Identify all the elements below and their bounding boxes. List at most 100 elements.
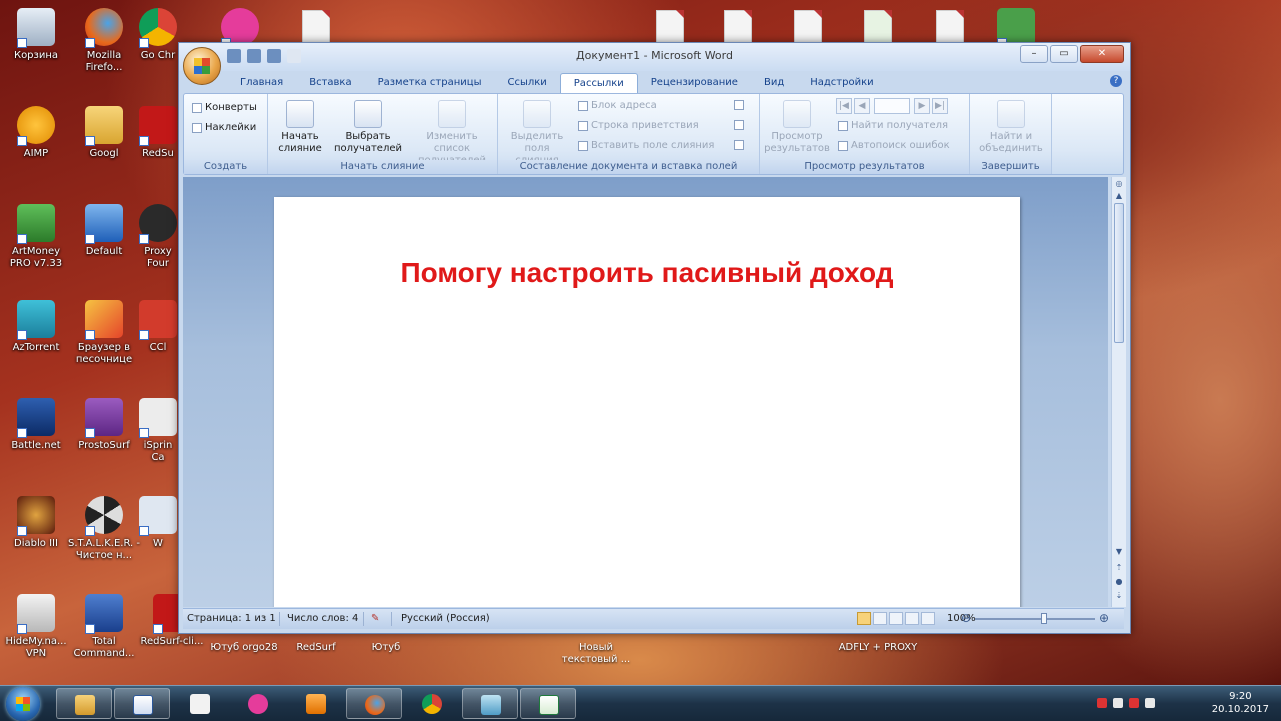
desktop-icon-hidemy[interactable]: HideMy.na... VPN xyxy=(0,594,72,660)
ruler-toggle-icon[interactable]: ◎ xyxy=(1114,179,1124,189)
desktop-icon-w[interactable]: W xyxy=(136,496,180,550)
outline-view-button[interactable] xyxy=(905,612,919,625)
desktop-icon-proxy-four[interactable]: Proxy Four xyxy=(136,204,180,270)
match-fields-icon[interactable] xyxy=(734,120,744,130)
desktop-label[interactable]: ADFLY + PROXY xyxy=(838,642,918,654)
auto-check-errors-button[interactable]: Автопоиск ошибок xyxy=(838,140,950,151)
tab-view[interactable]: Вид xyxy=(751,73,797,93)
desktop-icon-recycle-bin[interactable]: Корзина xyxy=(0,8,72,62)
finish-merge-button[interactable]: Найти и объединить xyxy=(974,100,1048,155)
document-heading[interactable]: Помогу настроить пасивный доход xyxy=(274,257,1020,289)
next-record-button[interactable]: ▶ xyxy=(914,98,930,114)
file-icon[interactable] xyxy=(794,10,822,44)
tab-review[interactable]: Рецензирование xyxy=(638,73,751,93)
volume-icon[interactable] xyxy=(1113,698,1123,708)
vertical-scrollbar[interactable]: ◎ ▲ ▼ ⇡ ● ⇣ xyxy=(1111,177,1126,607)
desktop-icon-total-commander[interactable]: Total Command... xyxy=(68,594,140,660)
web-layout-view-button[interactable] xyxy=(889,612,903,625)
desktop-icon-diablo[interactable]: Diablo III xyxy=(0,496,72,550)
last-record-button[interactable]: ▶| xyxy=(932,98,948,114)
app-tray-icon[interactable] xyxy=(1097,698,1107,708)
taskbar-firefox[interactable] xyxy=(346,688,402,719)
tab-addins[interactable]: Надстройки xyxy=(797,73,886,93)
taskbar-calendar[interactable] xyxy=(172,688,228,719)
desktop-icon-sandbox-browser[interactable]: Браузер в песочнице xyxy=(68,300,140,366)
title-bar[interactable]: Документ1 - Microsoft Word – ▭ ✕ xyxy=(179,43,1130,71)
zoom-slider[interactable] xyxy=(975,618,1095,620)
desktop-label[interactable]: RedSurf xyxy=(276,642,356,654)
desktop-label[interactable]: Ютуб xyxy=(346,642,426,654)
greeting-line-button[interactable]: Строка приветствия xyxy=(578,120,699,131)
desktop-icon-battlenet[interactable]: Battle.net xyxy=(0,398,72,452)
desktop-icon-prostosurf[interactable]: ProstoSurf xyxy=(68,398,140,452)
network-icon[interactable] xyxy=(1145,698,1155,708)
page-count[interactable]: Страница: 1 из 1 xyxy=(187,613,276,624)
tab-mailings[interactable]: Рассылки xyxy=(559,73,638,94)
update-labels-icon[interactable] xyxy=(734,140,744,150)
taskbar-excel[interactable] xyxy=(520,688,576,719)
excel-file-icon[interactable] xyxy=(864,10,892,44)
full-screen-view-button[interactable] xyxy=(873,612,887,625)
clock[interactable]: 9:20 20.10.2017 xyxy=(1212,690,1269,716)
browse-object-button[interactable]: ● xyxy=(1114,577,1124,587)
first-record-button[interactable]: |◀ xyxy=(836,98,852,114)
labels-button[interactable]: Наклейки xyxy=(192,122,256,133)
previous-page-button[interactable]: ⇡ xyxy=(1114,563,1124,573)
tab-home[interactable]: Главная xyxy=(227,73,296,93)
desktop-icon-googl[interactable]: Googl xyxy=(68,106,140,160)
start-button[interactable] xyxy=(6,687,40,721)
tab-insert[interactable]: Вставка xyxy=(296,73,364,93)
document-page[interactable]: Помогу настроить пасивный доход xyxy=(274,197,1020,607)
start-merge-button[interactable]: Начать слияние xyxy=(274,100,326,155)
envelopes-button[interactable]: Конверты xyxy=(192,102,257,113)
desktop-icon-chrome[interactable]: Go Chr xyxy=(136,8,180,62)
select-recipients-button[interactable]: Выбрать получателей xyxy=(330,100,406,155)
desktop-icon-redsurf[interactable]: RedSu xyxy=(136,106,180,160)
language-indicator[interactable]: Русский (Россия) xyxy=(401,613,490,624)
desktop-icon-aimp[interactable]: AIMP xyxy=(0,106,72,160)
close-button[interactable]: ✕ xyxy=(1080,45,1124,63)
taskbar-w-app[interactable] xyxy=(230,688,286,719)
taskbar-word[interactable] xyxy=(114,688,170,719)
desktop-label[interactable]: Новый текстовый ... xyxy=(556,642,636,666)
scroll-down-button[interactable]: ▼ xyxy=(1114,547,1124,557)
maximize-button[interactable]: ▭ xyxy=(1050,45,1078,63)
scroll-thumb[interactable] xyxy=(1114,203,1124,343)
edit-recipient-list-button[interactable]: Изменить список получателей xyxy=(408,100,496,167)
desktop-icon-stalker[interactable]: S.T.A.L.K.E.R. - Чистое н... xyxy=(68,496,140,562)
scroll-up-button[interactable]: ▲ xyxy=(1114,191,1124,201)
taskbar-app[interactable] xyxy=(462,688,518,719)
tab-references[interactable]: Ссылки xyxy=(494,73,559,93)
preview-results-button[interactable]: Просмотр результатов xyxy=(764,100,830,155)
file-icon[interactable] xyxy=(302,10,330,44)
taskbar-explorer[interactable] xyxy=(56,688,112,719)
desktop-icon-artmoney[interactable]: ArtMoney PRO v7.33 xyxy=(0,204,72,270)
previous-record-button[interactable]: ◀ xyxy=(854,98,870,114)
find-recipient-button[interactable]: Найти получателя xyxy=(838,120,948,131)
address-block-button[interactable]: Блок адреса xyxy=(578,100,657,111)
word-window[interactable]: Документ1 - Microsoft Word – ▭ ✕ Главная… xyxy=(178,42,1131,634)
flag-icon[interactable] xyxy=(1129,698,1139,708)
taskbar-chrome[interactable] xyxy=(404,688,460,719)
file-icon[interactable] xyxy=(724,10,752,44)
insert-merge-field-button[interactable]: Вставить поле слияния xyxy=(578,140,714,151)
tab-page-layout[interactable]: Разметка страницы xyxy=(365,73,495,93)
desktop-icon-ccleaner[interactable]: CCl xyxy=(136,300,180,354)
file-icon[interactable] xyxy=(656,10,684,44)
print-layout-view-button[interactable] xyxy=(857,612,871,625)
desktop-icon-firefox[interactable]: Mozilla Firefo... xyxy=(68,8,140,74)
help-icon[interactable]: ? xyxy=(1110,75,1122,87)
desktop-icon-ispring[interactable]: iSprin Ca xyxy=(136,398,180,464)
file-icon[interactable] xyxy=(936,10,964,44)
spellcheck-icon[interactable]: ✎ xyxy=(371,613,379,624)
record-number-input[interactable] xyxy=(874,98,910,114)
desktop-label[interactable]: Ютуб orgo28 xyxy=(204,642,284,654)
desktop-icon-aztorrent[interactable]: AzTorrent xyxy=(0,300,72,354)
zoom-out-button[interactable]: ⊖ xyxy=(961,611,971,625)
highlight-fields-button[interactable]: Выделить поля слияния xyxy=(502,100,572,167)
desktop-icon-default[interactable]: Default xyxy=(68,204,140,258)
zoom-in-button[interactable]: ⊕ xyxy=(1099,611,1109,625)
next-page-button[interactable]: ⇣ xyxy=(1114,591,1124,601)
word-count[interactable]: Число слов: 4 xyxy=(287,613,358,624)
office-button[interactable] xyxy=(183,47,221,85)
